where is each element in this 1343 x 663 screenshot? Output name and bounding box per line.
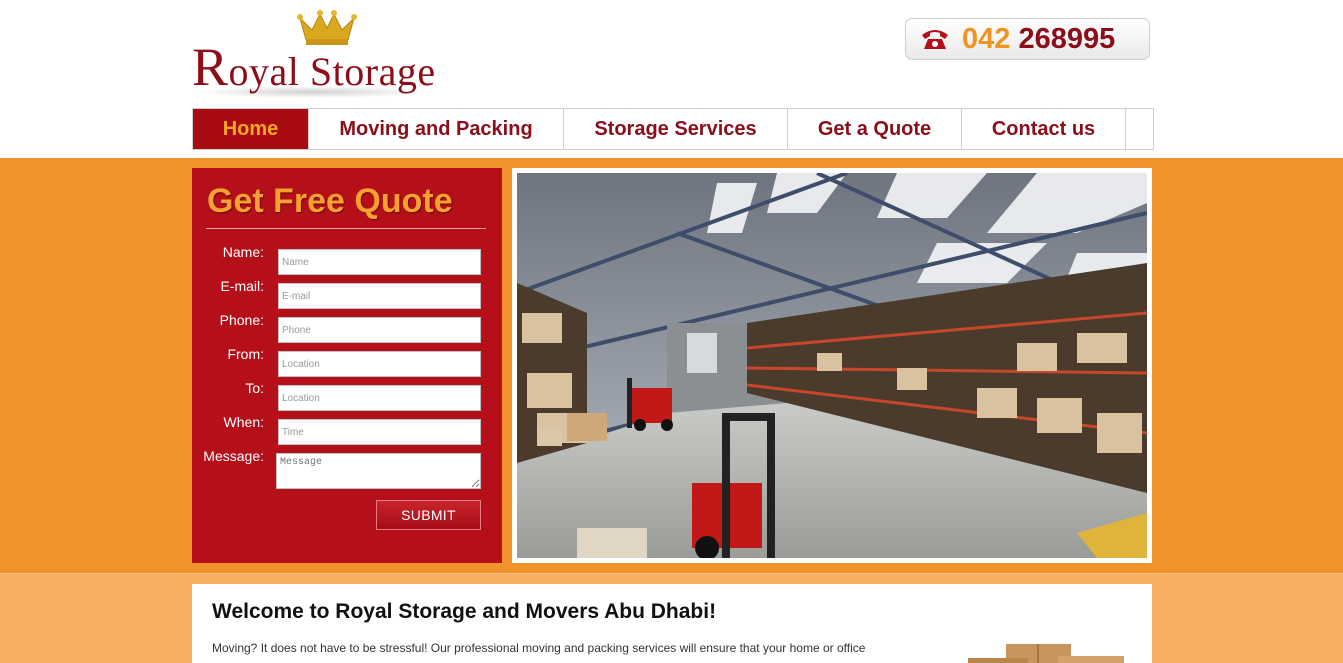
welcome-paragraph: Moving? It does not have to be stressful… bbox=[212, 641, 866, 655]
name-label: Name: bbox=[222, 244, 264, 260]
nav-item-moving-and-packing[interactable]: Moving and Packing bbox=[309, 109, 564, 149]
nav-item-home[interactable]: Home bbox=[193, 109, 309, 149]
phone-row: Phone: bbox=[192, 312, 502, 343]
to-label: To: bbox=[245, 380, 264, 396]
quote-form-title: Get Free Quote bbox=[207, 182, 453, 220]
message-row: Message: bbox=[192, 448, 502, 489]
message-textarea[interactable] bbox=[276, 453, 481, 489]
logo-shadow bbox=[192, 86, 432, 98]
quote-title-divider bbox=[206, 228, 486, 229]
warehouse-photo bbox=[512, 168, 1152, 563]
phone-banner: 042 268995 bbox=[905, 18, 1150, 60]
royal-storage-logo[interactable]: Royal Storage bbox=[192, 8, 462, 103]
free-quote-form: Get Free Quote Name: E-mail: Phone: From… bbox=[192, 168, 502, 563]
phone-number[interactable]: 042 268995 bbox=[962, 23, 1115, 56]
nav-item-get-a-quote[interactable]: Get a Quote bbox=[788, 109, 962, 149]
phone-label: Phone: bbox=[219, 312, 264, 328]
email-label: E-mail: bbox=[220, 278, 264, 294]
nav-item-storage-services[interactable]: Storage Services bbox=[564, 109, 788, 149]
email-row: E-mail: bbox=[192, 278, 502, 309]
from-location-input[interactable] bbox=[278, 351, 481, 377]
telephone-icon bbox=[922, 30, 948, 49]
warehouse-image bbox=[517, 173, 1147, 558]
nav-item-contact-us[interactable]: Contact us bbox=[962, 109, 1126, 149]
message-label: Message: bbox=[203, 448, 264, 464]
welcome-heading: Welcome to Royal Storage and Movers Abu … bbox=[212, 600, 717, 623]
name-input[interactable] bbox=[278, 249, 481, 275]
submit-button[interactable]: SUBMIT bbox=[376, 500, 481, 530]
from-row: From: bbox=[192, 346, 502, 377]
moving-boxes-image bbox=[968, 644, 1124, 663]
when-time-input[interactable] bbox=[278, 419, 481, 445]
welcome-section: Welcome to Royal Storage and Movers Abu … bbox=[192, 584, 1152, 663]
main-navigation: Home Moving and Packing Storage Services… bbox=[192, 108, 1154, 150]
when-label: When: bbox=[223, 414, 264, 430]
to-row: To: bbox=[192, 380, 502, 411]
to-location-input[interactable] bbox=[278, 385, 481, 411]
name-row: Name: bbox=[192, 244, 502, 275]
email-input[interactable] bbox=[278, 283, 481, 309]
when-row: When: bbox=[192, 414, 502, 445]
from-label: From: bbox=[227, 346, 264, 362]
phone-input[interactable] bbox=[278, 317, 481, 343]
site-header: Royal Storage 042 268995 Home Moving and… bbox=[0, 0, 1343, 158]
